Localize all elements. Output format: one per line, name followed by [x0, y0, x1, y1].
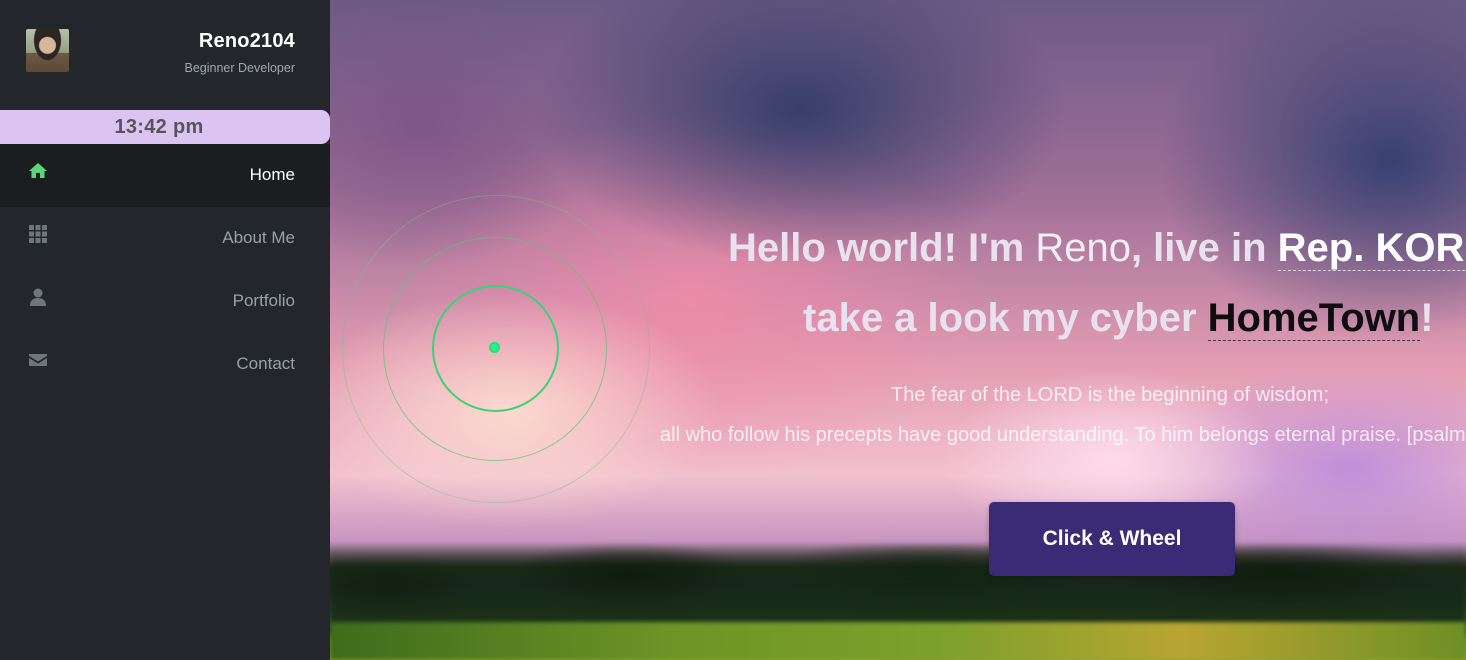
- grid-icon: [29, 225, 47, 243]
- headline-part: take a look my cyber: [803, 296, 1208, 340]
- clock-time: 13:42 pm: [114, 115, 204, 138]
- profile-header: Reno2104 Beginner Developer: [0, 0, 330, 110]
- username: Reno2104: [198, 30, 295, 52]
- clock-bar: 13:42 pm: [0, 110, 330, 144]
- nav-label-about-me: About Me: [222, 228, 295, 247]
- nav-label-contact: Contact: [236, 354, 295, 373]
- hero-section: Hello world! I'm Reno, live in Rep. KORE…: [330, 0, 1466, 660]
- nav-item-contact[interactable]: Contact: [0, 333, 330, 396]
- click-and-wheel-button[interactable]: Click & Wheel: [989, 502, 1235, 576]
- nav-label-home: Home: [249, 165, 295, 184]
- verse-line-1: The fear of the LORD is the beginning of…: [891, 384, 1330, 406]
- envelope-icon: [29, 354, 47, 366]
- radar-center-dot: [489, 342, 500, 353]
- headline-hometown-link[interactable]: HomeTown: [1207, 296, 1421, 341]
- headline-line-2: take a look my cyber HomeTown!: [803, 296, 1434, 341]
- grass-background: [330, 622, 1466, 660]
- sidebar-nav: Home About Me Portfolio Contact: [0, 144, 330, 396]
- verse-line-2: all who follow his precepts have good un…: [660, 424, 1466, 446]
- avatar[interactable]: [26, 29, 69, 72]
- headline-country-link[interactable]: Rep. KOREA: [1277, 226, 1466, 271]
- nav-item-portfolio[interactable]: Portfolio: [0, 270, 330, 333]
- headline-name: Reno: [1035, 226, 1131, 270]
- headline-line-1: Hello world! I'm Reno, live in Rep. KORE…: [728, 226, 1466, 271]
- user-icon: [30, 288, 46, 306]
- nav-item-about-me[interactable]: About Me: [0, 207, 330, 270]
- sidebar: Reno2104 Beginner Developer 13:42 pm Hom…: [0, 0, 330, 660]
- home-icon: [29, 163, 47, 178]
- nav-item-home[interactable]: Home: [0, 144, 330, 207]
- headline-part: !: [1420, 296, 1434, 340]
- nav-label-portfolio: Portfolio: [232, 291, 295, 310]
- headline-part: , live in: [1130, 226, 1278, 270]
- user-role: Beginner Developer: [184, 61, 296, 75]
- radar-animation: [342, 195, 650, 503]
- headline-part: Hello world! I'm: [728, 226, 1036, 270]
